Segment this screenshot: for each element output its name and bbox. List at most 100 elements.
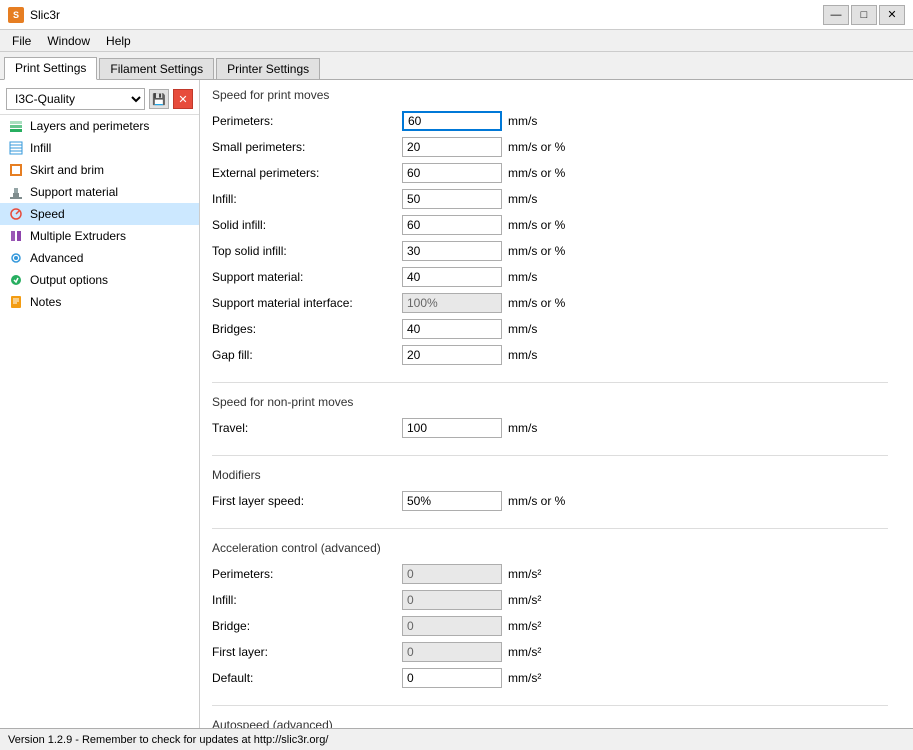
- solid-infill-input[interactable]: [402, 215, 502, 235]
- accel-infill-unit: mm/s²: [508, 593, 541, 607]
- status-text: Version 1.2.9 - Remember to check for up…: [8, 734, 328, 746]
- divider-1: [212, 382, 888, 383]
- sidebar-item-skirt[interactable]: Skirt and brim: [0, 159, 199, 181]
- bridges-label: Bridges:: [212, 322, 402, 336]
- sidebar-item-output[interactable]: Output options: [0, 269, 199, 291]
- support-material-unit: mm/s: [508, 270, 537, 284]
- sidebar-item-label: Notes: [30, 295, 61, 309]
- bridges-input[interactable]: [402, 319, 502, 339]
- minimize-button[interactable]: —: [823, 5, 849, 25]
- form-row-travel: Travel: mm/s: [212, 417, 888, 439]
- sidebar: I3C-Quality 💾 ✕ Layers and perimeters In…: [0, 80, 200, 728]
- infill-speed-label: Infill:: [212, 192, 402, 206]
- external-perimeters-input[interactable]: [402, 163, 502, 183]
- form-row-accel-infill: Infill: mm/s²: [212, 589, 888, 611]
- output-icon: [8, 272, 24, 288]
- perimeters-label: Perimeters:: [212, 114, 402, 128]
- divider-2: [212, 455, 888, 456]
- small-perimeters-label: Small perimeters:: [212, 140, 402, 154]
- accel-bridge-label: Bridge:: [212, 619, 402, 633]
- travel-input[interactable]: [402, 418, 502, 438]
- infill-speed-input[interactable]: [402, 189, 502, 209]
- accel-bridge-input[interactable]: [402, 616, 502, 636]
- layers-icon: [8, 118, 24, 134]
- bridges-unit: mm/s: [508, 322, 537, 336]
- perimeters-input[interactable]: [402, 111, 502, 131]
- top-solid-infill-input[interactable]: [402, 241, 502, 261]
- gap-fill-unit: mm/s: [508, 348, 537, 362]
- accel-default-input[interactable]: [402, 668, 502, 688]
- section-autospeed: Autospeed (advanced) Max print speed: mm…: [212, 718, 888, 728]
- support-interface-input[interactable]: [402, 293, 502, 313]
- preset-select[interactable]: I3C-Quality: [6, 88, 145, 110]
- accel-bridge-unit: mm/s²: [508, 619, 541, 633]
- menu-help[interactable]: Help: [98, 32, 139, 50]
- accel-perimeters-unit: mm/s²: [508, 567, 541, 581]
- sidebar-item-speed[interactable]: Speed: [0, 203, 199, 225]
- form-row-first-layer-speed: First layer speed: mm/s or %: [212, 490, 888, 512]
- close-button[interactable]: ✕: [879, 5, 905, 25]
- top-solid-infill-label: Top solid infill:: [212, 244, 402, 258]
- section-print-moves-title: Speed for print moves: [212, 88, 888, 102]
- form-row-top-solid-infill: Top solid infill: mm/s or %: [212, 240, 888, 262]
- sidebar-item-support[interactable]: Support material: [0, 181, 199, 203]
- title-bar-left: S Slic3r: [8, 7, 60, 23]
- extruders-icon: [8, 228, 24, 244]
- form-row-support-interface: Support material interface: mm/s or %: [212, 292, 888, 314]
- save-preset-button[interactable]: 💾: [149, 89, 169, 109]
- small-perimeters-unit: mm/s or %: [508, 140, 565, 154]
- menu-file[interactable]: File: [4, 32, 39, 50]
- accel-perimeters-input[interactable]: [402, 564, 502, 584]
- skirt-icon: [8, 162, 24, 178]
- sidebar-item-extruders[interactable]: Multiple Extruders: [0, 225, 199, 247]
- accel-infill-label: Infill:: [212, 593, 402, 607]
- preset-bar: I3C-Quality 💾 ✕: [0, 84, 199, 115]
- accel-first-layer-label: First layer:: [212, 645, 402, 659]
- delete-preset-button[interactable]: ✕: [173, 89, 193, 109]
- app-icon: S: [8, 7, 24, 23]
- form-row-perimeters: Perimeters: mm/s: [212, 110, 888, 132]
- support-icon: [8, 184, 24, 200]
- sidebar-item-label: Support material: [30, 185, 118, 199]
- form-row-solid-infill: Solid infill: mm/s or %: [212, 214, 888, 236]
- divider-4: [212, 705, 888, 706]
- first-layer-speed-unit: mm/s or %: [508, 494, 565, 508]
- sidebar-item-notes[interactable]: Notes: [0, 291, 199, 313]
- main-layout: I3C-Quality 💾 ✕ Layers and perimeters In…: [0, 80, 913, 728]
- sidebar-item-label: Layers and perimeters: [30, 119, 149, 133]
- divider-3: [212, 528, 888, 529]
- title-bar: S Slic3r — □ ✕: [0, 0, 913, 30]
- support-material-input[interactable]: [402, 267, 502, 287]
- tab-print-settings[interactable]: Print Settings: [4, 57, 97, 80]
- app-title: Slic3r: [30, 8, 60, 22]
- section-non-print-title: Speed for non-print moves: [212, 395, 888, 409]
- small-perimeters-input[interactable]: [402, 137, 502, 157]
- solid-infill-label: Solid infill:: [212, 218, 402, 232]
- menu-window[interactable]: Window: [39, 32, 98, 50]
- accel-default-unit: mm/s²: [508, 671, 541, 685]
- form-row-accel-perimeters: Perimeters: mm/s²: [212, 563, 888, 585]
- sidebar-item-infill[interactable]: Infill: [0, 137, 199, 159]
- sidebar-item-advanced[interactable]: Advanced: [0, 247, 199, 269]
- tab-printer-settings[interactable]: Printer Settings: [216, 58, 320, 79]
- speed-icon: [8, 206, 24, 222]
- solid-infill-unit: mm/s or %: [508, 218, 565, 232]
- section-autospeed-title: Autospeed (advanced): [212, 718, 888, 728]
- accel-first-layer-input[interactable]: [402, 642, 502, 662]
- gap-fill-input[interactable]: [402, 345, 502, 365]
- tab-filament-settings[interactable]: Filament Settings: [99, 58, 214, 79]
- infill-speed-unit: mm/s: [508, 192, 537, 206]
- section-print-moves: Speed for print moves Perimeters: mm/s S…: [212, 88, 888, 366]
- form-row-accel-bridge: Bridge: mm/s²: [212, 615, 888, 637]
- section-modifiers-title: Modifiers: [212, 468, 888, 482]
- support-interface-unit: mm/s or %: [508, 296, 565, 310]
- form-row-accel-first-layer: First layer: mm/s²: [212, 641, 888, 663]
- section-acceleration: Acceleration control (advanced) Perimete…: [212, 541, 888, 689]
- section-non-print: Speed for non-print moves Travel: mm/s: [212, 395, 888, 439]
- external-perimeters-unit: mm/s or %: [508, 166, 565, 180]
- first-layer-speed-input[interactable]: [402, 491, 502, 511]
- sidebar-item-label: Output options: [30, 273, 108, 287]
- sidebar-item-layers[interactable]: Layers and perimeters: [0, 115, 199, 137]
- accel-infill-input[interactable]: [402, 590, 502, 610]
- maximize-button[interactable]: □: [851, 5, 877, 25]
